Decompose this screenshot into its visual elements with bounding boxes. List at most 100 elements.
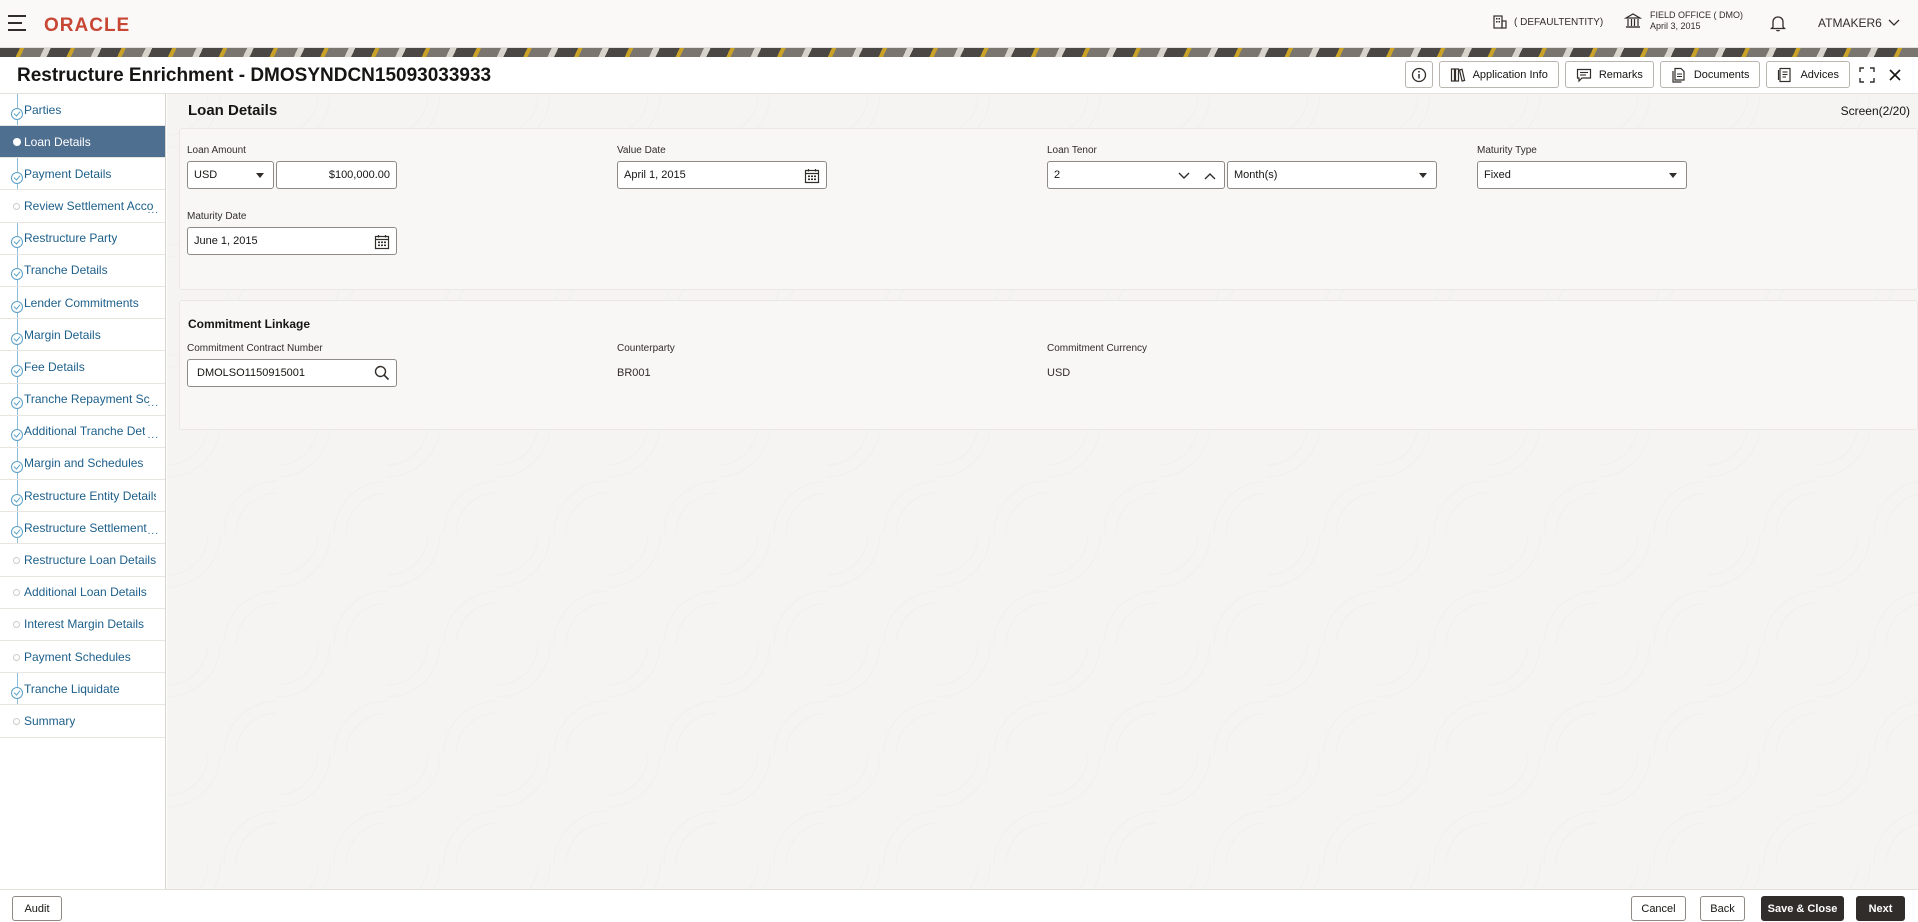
sidebar-item-payment-details[interactable]: Payment Details — [0, 158, 165, 191]
remarks-button[interactable]: Remarks — [1564, 61, 1654, 88]
documents-label: Documents — [1693, 68, 1750, 81]
save-close-button[interactable]: Save & Close — [1761, 896, 1844, 921]
sidebar-item-label: Restructure Entity Details — [24, 488, 156, 503]
office-selector[interactable]: FIELD OFFICE ( DMO) April 3, 2015 — [1624, 10, 1743, 32]
sidebar-item-label: Margin Details — [24, 327, 101, 342]
sidebar-item-label: Summary — [24, 713, 76, 728]
sidebar-item-restructure-loan-details[interactable]: Restructure Loan Details — [0, 544, 165, 577]
library-icon — [1450, 67, 1465, 82]
documents-button[interactable]: Documents — [1659, 61, 1761, 88]
building-icon — [1493, 15, 1507, 29]
office-name: FIELD OFFICE ( DMO) — [1650, 10, 1743, 20]
decorative-banner — [0, 48, 1918, 57]
more-indicator: ... — [147, 397, 159, 409]
bank-icon — [1624, 13, 1642, 28]
application-info-button[interactable]: Application Info — [1438, 61, 1559, 88]
sidebar-item-restructure-settlement[interactable]: Restructure Settlement... — [0, 512, 165, 545]
sidebar-item-restructure-entity-details[interactable]: Restructure Entity Details — [0, 480, 165, 513]
maximize-icon[interactable] — [1856, 61, 1878, 88]
maturity-type-select[interactable]: Fixed — [1477, 161, 1687, 189]
calendar-icon[interactable] — [374, 234, 390, 253]
user-menu[interactable]: ATMAKER6 — [1818, 16, 1900, 30]
commitment-contract-number-value: DMOLSO1150915001 — [197, 367, 306, 379]
loan-tenor-stepper[interactable]: 2 — [1047, 161, 1225, 189]
office-date: April 3, 2015 — [1650, 21, 1701, 31]
sidebar-item-label: Tranche Liquidate — [24, 681, 120, 696]
next-button[interactable]: Next — [1856, 896, 1905, 921]
maturity-type-label: Maturity Type — [1477, 145, 1537, 156]
sidebar-item-label: Payment Details — [24, 166, 112, 181]
commitment-contract-number-input[interactable]: DMOLSO1150915001 — [187, 359, 397, 387]
maturity-date-value: June 1, 2015 — [194, 235, 258, 247]
info-button[interactable] — [1404, 61, 1433, 88]
dropdown-caret-icon — [256, 173, 264, 178]
tenor-increment-icon[interactable] — [1204, 171, 1216, 183]
check-circle-icon — [11, 493, 23, 506]
section-title: Loan Details — [188, 102, 278, 119]
counterparty-value: BR001 — [617, 367, 651, 379]
main-content: Loan Details Screen(2/20) Loan Amount US… — [167, 94, 1918, 889]
loan-amount-input[interactable]: $100,000.00 — [276, 161, 397, 189]
commitment-currency-label: Commitment Currency — [1047, 343, 1148, 354]
close-icon[interactable] — [1884, 61, 1906, 88]
hamburger-menu-icon[interactable] — [8, 15, 26, 31]
check-circle-icon — [11, 364, 23, 377]
value-date-value: April 1, 2015 — [624, 169, 686, 181]
sidebar-item-interest-margin-details[interactable]: Interest Margin Details — [0, 609, 165, 641]
step-dot-icon — [13, 621, 20, 629]
sidebar-item-margin-and-schedules[interactable]: Margin and Schedules — [0, 447, 165, 481]
tenor-unit-select[interactable]: Month(s) — [1227, 161, 1437, 189]
sidebar-item-label: Loan Details — [24, 134, 91, 149]
sidebar-item-summary[interactable]: Summary — [0, 705, 165, 738]
train-stop-sidebar: Parties Loan Details Payment Details Review… — [0, 94, 166, 889]
sidebar-item-review-settlement-acco[interactable]: Review Settlement Acco... — [0, 190, 165, 223]
documents-icon — [1672, 67, 1685, 83]
sidebar-item-parties[interactable]: Parties — [0, 94, 165, 126]
value-date-label: Value Date — [617, 145, 666, 156]
maturity-date-input[interactable]: June 1, 2015 — [187, 227, 397, 255]
info-icon — [1411, 67, 1426, 82]
sidebar-item-loan-details[interactable]: Loan Details — [0, 126, 165, 159]
counterparty-label: Counterparty — [617, 343, 675, 354]
check-circle-icon — [11, 461, 23, 474]
check-circle-icon — [11, 268, 23, 281]
sidebar-item-additional-tranche-det[interactable]: Additional Tranche Det... — [0, 415, 165, 448]
sidebar-item-tranche-details[interactable]: Tranche Details — [0, 254, 165, 287]
sidebar-item-restructure-party[interactable]: Restructure Party — [0, 222, 165, 255]
advices-button[interactable]: Advices — [1766, 61, 1850, 88]
sidebar-item-tranche-repayment-sc[interactable]: Tranche Repayment Sc... — [0, 383, 165, 416]
entity-selector[interactable]: ( DEFAULTENTITY) — [1492, 14, 1603, 30]
calendar-icon[interactable] — [804, 168, 820, 187]
loan-details-panel: Loan Amount USD $100,000.00 Value Date A… — [179, 128, 1918, 290]
sidebar-item-payment-schedules[interactable]: Payment Schedules — [0, 641, 165, 674]
currency-select[interactable]: USD — [187, 161, 274, 189]
sidebar-item-label: Parties — [24, 102, 62, 117]
title-bar: Restructure Enrichment - DMOSYNDCN150930… — [0, 57, 1918, 94]
tenor-decrement-icon[interactable] — [1178, 171, 1190, 183]
check-circle-icon — [11, 171, 23, 184]
sidebar-item-lender-commitments[interactable]: Lender Commitments — [0, 286, 165, 320]
sidebar-item-label: Tranche Repayment Sc — [24, 392, 150, 407]
step-dot-icon — [13, 202, 20, 210]
sidebar-item-label: Margin and Schedules — [24, 456, 144, 471]
advices-label: Advices — [1800, 68, 1839, 81]
audit-button[interactable]: Audit — [12, 896, 62, 921]
sidebar-item-tranche-liquidate[interactable]: Tranche Liquidate — [0, 673, 165, 706]
check-circle-icon — [11, 429, 23, 442]
sidebar-item-margin-details[interactable]: Margin Details — [0, 319, 165, 352]
back-button[interactable]: Back — [1700, 896, 1745, 921]
sidebar-item-label: Tranche Details — [24, 263, 108, 278]
top-header: ORACLE ( DEFAULTENTITY) FIELD OFFICE ( D… — [0, 0, 1918, 48]
cancel-button[interactable]: Cancel — [1631, 896, 1686, 921]
page-title: Restructure Enrichment - DMOSYNDCN150930… — [17, 65, 492, 86]
tenor-unit-value: Month(s) — [1234, 169, 1278, 181]
notification-bell-icon[interactable] — [1769, 14, 1787, 37]
check-circle-icon — [11, 236, 23, 249]
loan-amount-value: $100,000.00 — [328, 169, 390, 181]
search-icon[interactable] — [374, 365, 390, 384]
sidebar-item-additional-loan-details[interactable]: Additional Loan Details — [0, 577, 165, 609]
value-date-input[interactable]: April 1, 2015 — [617, 161, 827, 189]
footer-bar: Audit Cancel Back Save & Close Next — [0, 889, 1918, 922]
sidebar-item-fee-details[interactable]: Fee Details — [0, 351, 165, 384]
step-dot-icon — [13, 653, 20, 661]
